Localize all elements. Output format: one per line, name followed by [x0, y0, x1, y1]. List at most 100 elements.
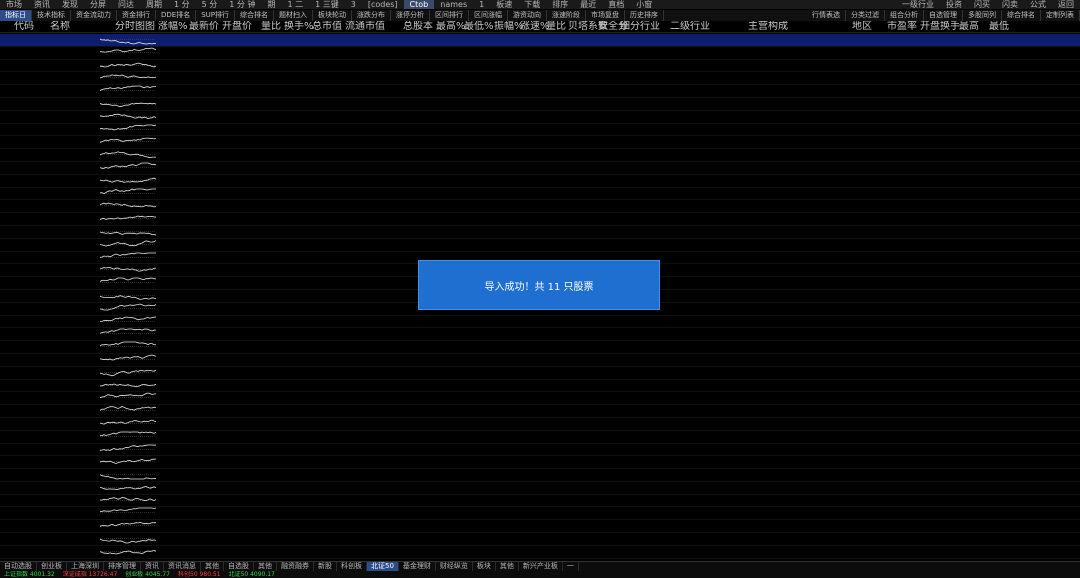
- column-header[interactable]: 量比: [546, 21, 568, 32]
- column-header[interactable]: 市盈率: [880, 21, 920, 32]
- tab-right-item[interactable]: 自选管理: [924, 10, 963, 21]
- column-header[interactable]: 最高%: [436, 21, 466, 32]
- tab-right-item[interactable]: 分类过滤: [846, 10, 885, 21]
- column-header[interactable]: 开盘换手: [920, 21, 960, 32]
- stock-row[interactable]: [0, 418, 1080, 431]
- column-header[interactable]: 二级行业: [670, 21, 748, 32]
- index-quote[interactable]: 创业板 4045.77: [121, 571, 174, 578]
- column-header[interactable]: 涨速%: [520, 21, 550, 32]
- column-header[interactable]: 最新价: [186, 21, 222, 32]
- menu-item[interactable]: 板速: [490, 0, 518, 9]
- status-tab[interactable]: 板块: [473, 562, 496, 571]
- stock-row[interactable]: [0, 354, 1080, 367]
- status-tab[interactable]: 其他: [201, 562, 224, 571]
- stock-row[interactable]: [0, 85, 1080, 98]
- stock-row[interactable]: [0, 533, 1080, 546]
- tab-right-item[interactable]: 多股同列: [963, 10, 1002, 21]
- menu-item[interactable]: 5 分: [196, 0, 224, 9]
- menu-item[interactable]: 最近: [574, 0, 602, 9]
- stock-row[interactable]: [0, 98, 1080, 111]
- index-quote[interactable]: 科创50 980.51: [174, 571, 225, 578]
- column-header[interactable]: 总股本: [388, 21, 436, 32]
- column-header[interactable]: 地区: [852, 21, 880, 32]
- menu-item[interactable]: Ctob: [403, 0, 435, 9]
- menu-item[interactable]: names: [434, 0, 473, 9]
- stock-row[interactable]: [0, 507, 1080, 521]
- status-tab[interactable]: 北证50: [367, 562, 399, 571]
- stock-row[interactable]: [0, 60, 1080, 73]
- stock-row[interactable]: [0, 188, 1080, 201]
- column-header[interactable]: 最低%: [464, 21, 494, 32]
- tab-12[interactable]: 区间涨幅: [469, 10, 508, 21]
- menu-item[interactable]: 发现: [56, 0, 84, 9]
- status-tab[interactable]: 基金理财: [399, 562, 436, 571]
- menu-item[interactable]: [codes]: [362, 0, 404, 9]
- stock-row[interactable]: [0, 520, 1080, 534]
- tab-right-item[interactable]: 综合排名: [1002, 10, 1041, 21]
- stock-row[interactable]: [0, 162, 1080, 175]
- status-tab[interactable]: 资讯: [141, 562, 164, 571]
- tab-15[interactable]: 市场复盘: [586, 10, 625, 21]
- stock-row[interactable]: [0, 124, 1080, 137]
- stock-row[interactable]: [0, 213, 1080, 226]
- stock-row[interactable]: [0, 367, 1080, 380]
- column-header[interactable]: 总市值: [312, 21, 342, 32]
- menu-item[interactable]: 1: [473, 0, 490, 9]
- menu-item[interactable]: 周期: [140, 0, 168, 9]
- menu-item[interactable]: 排序: [546, 0, 574, 9]
- column-header[interactable]: [0, 21, 14, 32]
- status-tab[interactable]: 资讯消息: [164, 562, 201, 571]
- menu-item[interactable]: 1 三键: [309, 0, 345, 9]
- stock-row[interactable]: [0, 200, 1080, 214]
- stock-row[interactable]: [0, 175, 1080, 188]
- status-tab[interactable]: 融资融券: [277, 562, 314, 571]
- index-quote[interactable]: 深证成指 13726.47: [59, 571, 122, 578]
- stock-row[interactable]: [0, 34, 1080, 47]
- column-header[interactable]: 量比: [254, 21, 284, 32]
- tab-3[interactable]: 资金排行: [117, 10, 156, 21]
- tab-4[interactable]: DDE排名: [156, 10, 197, 21]
- tab-right-item[interactable]: 行情表选: [807, 10, 846, 21]
- tab-14[interactable]: 涨速阶段: [547, 10, 586, 21]
- menu-item[interactable]: 资讯: [28, 0, 56, 9]
- menu-item[interactable]: 分屏: [84, 0, 112, 9]
- status-tab[interactable]: 上海深圳: [67, 562, 104, 571]
- stock-row[interactable]: [0, 328, 1080, 342]
- menu-item[interactable]: 期: [261, 0, 281, 9]
- tab-0[interactable]: 指标日: [0, 10, 32, 21]
- stock-row[interactable]: [0, 72, 1080, 86]
- menu-item[interactable]: 1 分 钟: [223, 0, 261, 9]
- column-header[interactable]: 最高: [952, 21, 982, 32]
- menu-item[interactable]: 1 分: [168, 0, 196, 9]
- column-header[interactable]: 振幅%: [494, 21, 524, 32]
- status-tab[interactable]: 一: [563, 562, 579, 571]
- menu-item[interactable]: 下载: [518, 0, 546, 9]
- menu-right-item[interactable]: 公式: [1024, 0, 1052, 9]
- stock-row[interactable]: [0, 456, 1080, 470]
- stock-row[interactable]: [0, 111, 1080, 124]
- status-tab[interactable]: 排序管理: [104, 562, 141, 571]
- stock-row[interactable]: [0, 405, 1080, 418]
- column-header[interactable]: 最低: [982, 21, 1012, 32]
- tab-8[interactable]: 板块轮动: [313, 10, 352, 21]
- stock-row[interactable]: [0, 444, 1080, 457]
- column-header[interactable]: 流通市值: [340, 21, 388, 32]
- column-header[interactable]: 代码: [14, 21, 50, 32]
- tab-11[interactable]: 区间排行: [430, 10, 469, 21]
- column-header[interactable]: 分时图图: [100, 21, 158, 32]
- menu-right-item[interactable]: 闪卖: [996, 0, 1024, 9]
- tab-5[interactable]: SUP排行: [196, 10, 235, 21]
- stock-row[interactable]: [0, 136, 1080, 150]
- status-tab[interactable]: 新股: [314, 562, 337, 571]
- index-quote[interactable]: 上证指数 4001.32: [0, 571, 59, 578]
- status-tab[interactable]: 创业板: [37, 562, 67, 571]
- tab-2[interactable]: 资金流动力: [71, 10, 117, 21]
- menu-item[interactable]: 3: [345, 0, 362, 9]
- menu-right-item[interactable]: 投资: [940, 0, 968, 9]
- stock-row[interactable]: [0, 380, 1080, 393]
- column-header[interactable]: 细分行业: [620, 21, 670, 32]
- stock-row[interactable]: [0, 495, 1080, 508]
- stock-row[interactable]: [0, 431, 1080, 444]
- tab-1[interactable]: 技术指标: [32, 10, 71, 21]
- status-tab[interactable]: 自选股: [224, 562, 254, 571]
